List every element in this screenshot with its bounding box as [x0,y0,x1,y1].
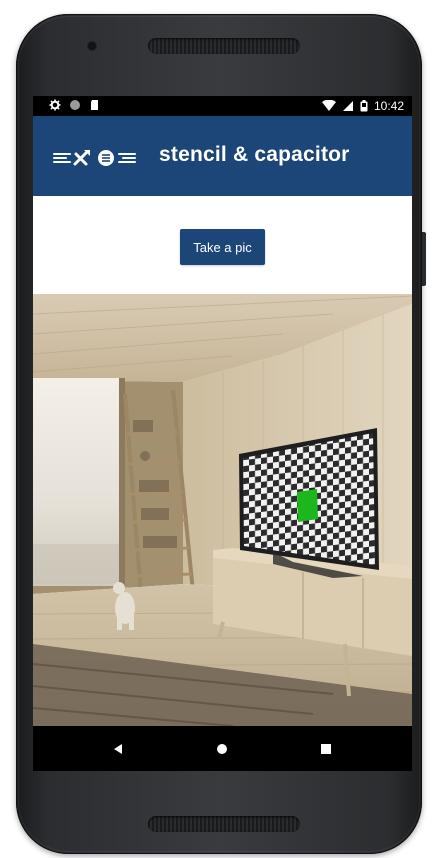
navigation-bar [33,726,412,771]
app-title: stencil & capacitor [159,143,350,166]
green-marker [297,489,318,522]
back-icon[interactable] [109,740,127,758]
content-area: Take a pic [33,196,412,294]
sd-card-icon [91,100,98,110]
app-bar: stencil & capacitor [33,116,412,196]
home-icon[interactable] [213,740,231,758]
recents-icon[interactable] [317,740,335,758]
battery-icon [360,100,368,112]
status-time: 10:42 [373,99,404,113]
earpiece-speaker [148,38,300,54]
stencil-capacitor-logo [53,150,136,166]
status-left-icons [49,99,101,111]
power-button [422,232,426,286]
take-pic-button[interactable]: Take a pic [180,229,265,265]
room-with-tv-photo [33,294,412,726]
signal-icon [342,101,353,111]
circle-icon [70,100,80,110]
status-right-icons: 10:42 [321,98,404,114]
wifi-icon [321,100,336,111]
settings-icon [49,99,61,111]
bottom-speaker [148,816,300,832]
device-screen: 10:42 stencil & capacitor Take a pic [33,96,412,771]
front-camera [88,42,96,50]
status-bar: 10:42 [33,96,412,116]
